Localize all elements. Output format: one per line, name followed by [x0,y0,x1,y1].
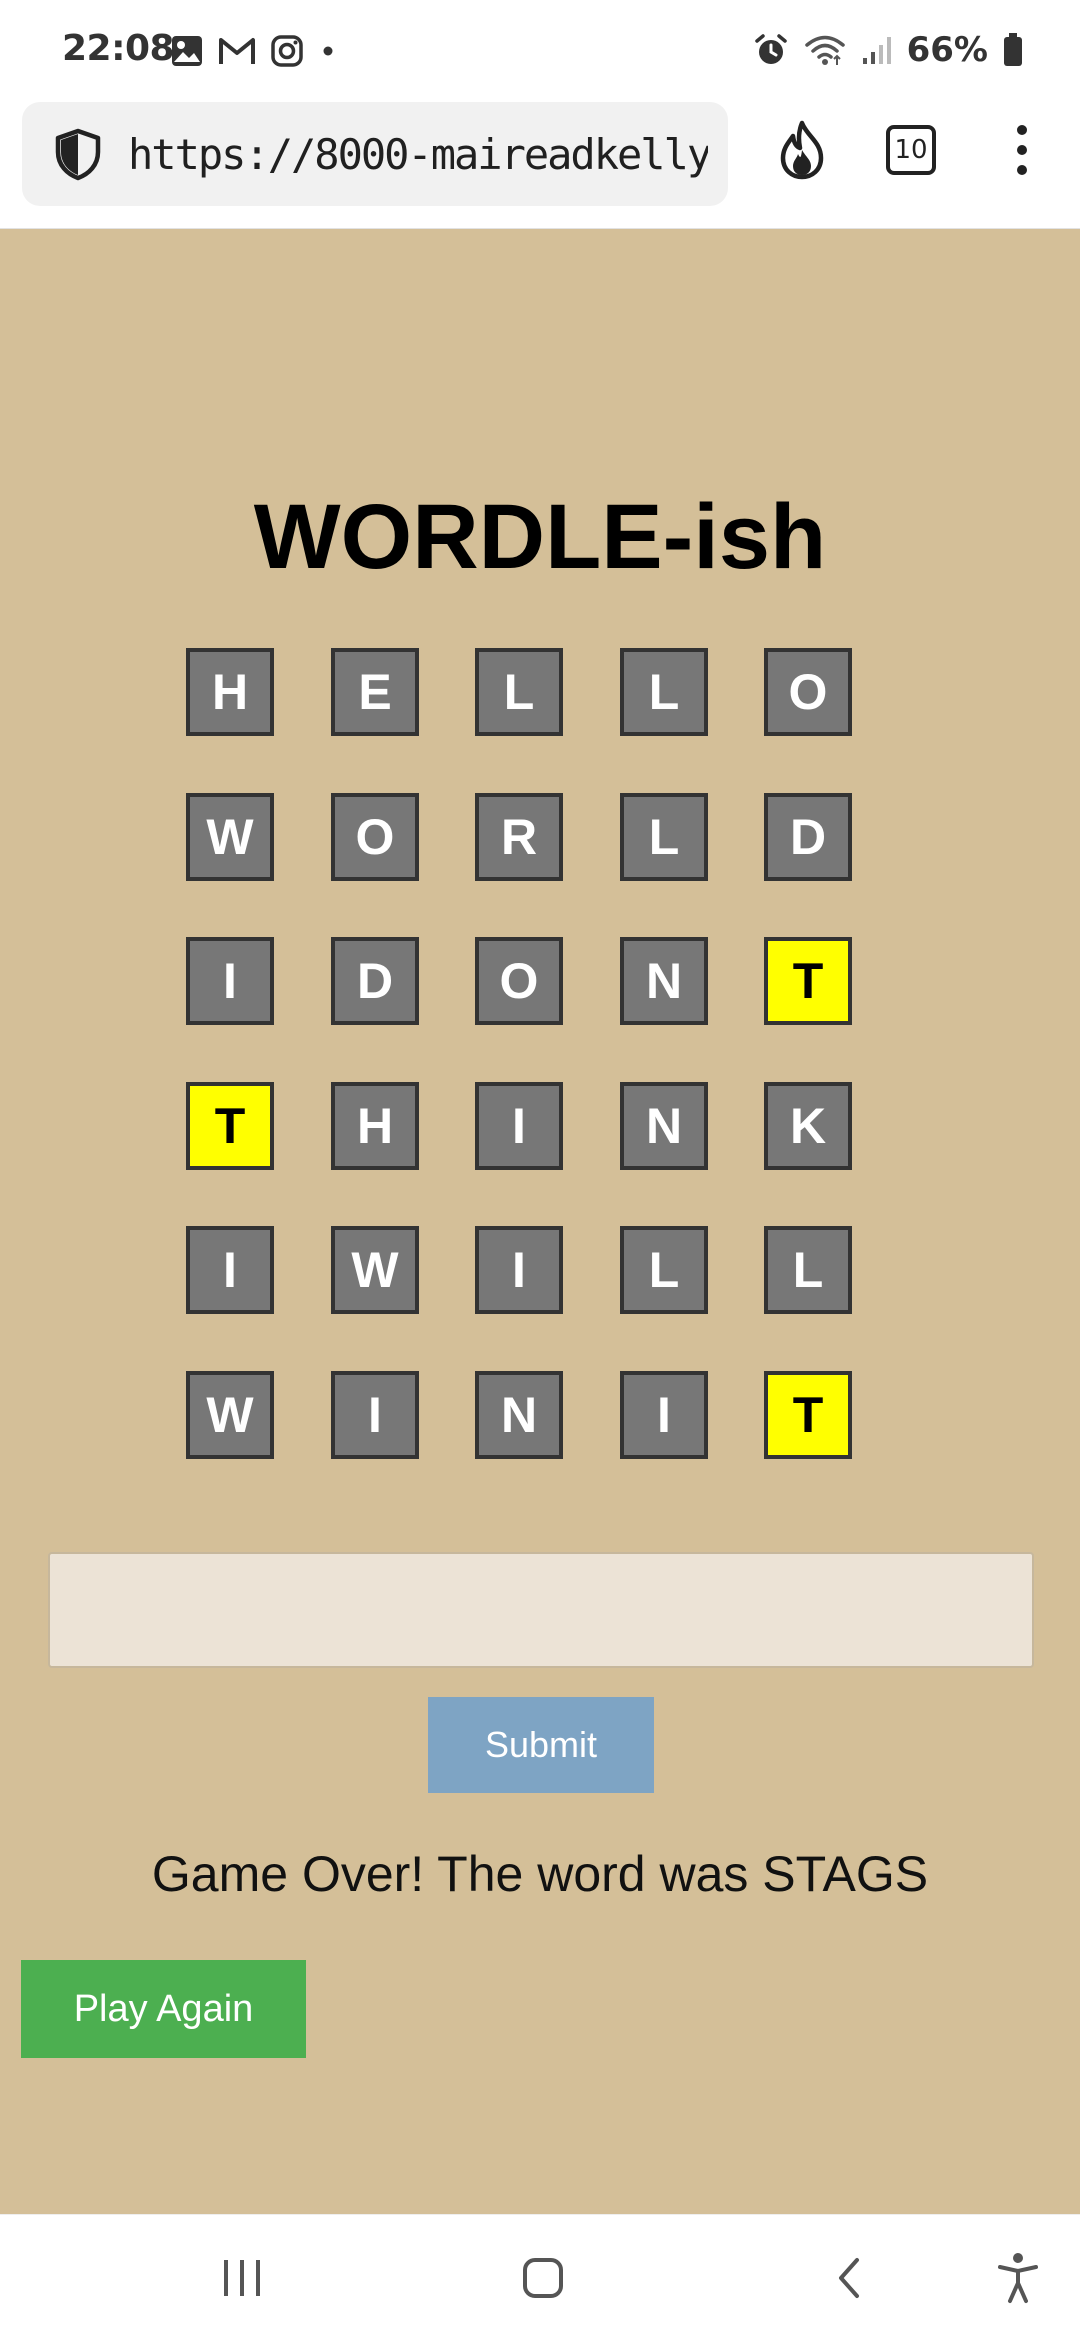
letter-tile: H [186,648,274,736]
letter-tile: R [475,793,563,881]
letter-tile: D [331,937,419,1025]
flame-icon[interactable] [770,118,834,182]
gallery-icon [172,36,202,66]
letter-tile: T [764,937,852,1025]
tabs-icon[interactable]: 10 [879,118,943,182]
recent-apps-icon[interactable] [209,2245,275,2311]
letter-tile: L [620,648,708,736]
letter-tile: N [620,937,708,1025]
letter-tile: I [186,937,274,1025]
browser-toolbar: https://8000-maireadkelly- 10 [0,100,1080,229]
letter-tile: I [475,1082,563,1170]
letter-tile: O [475,937,563,1025]
status-time: 22:08 [62,28,175,69]
status-bar: 22:08 66% [0,0,1080,100]
letter-tile: W [186,793,274,881]
letter-tile: W [331,1226,419,1314]
letter-tile: N [475,1371,563,1459]
play-again-button[interactable]: Play Again [21,1960,306,2058]
letter-tile: I [475,1226,563,1314]
home-icon[interactable] [510,2245,576,2311]
battery-percent: 66% [906,30,988,70]
letter-tile: O [764,648,852,736]
letter-tile: L [620,793,708,881]
letter-tile: T [186,1082,274,1170]
address-bar[interactable]: https://8000-maireadkelly- [22,102,728,206]
letter-tile: O [331,793,419,881]
letter-tile: L [475,648,563,736]
letter-tile: I [186,1226,274,1314]
letter-tile: T [764,1371,852,1459]
letter-tile: I [620,1371,708,1459]
letter-tile: H [331,1082,419,1170]
more-vert-icon[interactable] [990,118,1054,182]
wifi-icon [804,35,845,65]
instagram-icon [271,35,303,67]
letter-tile: N [620,1082,708,1170]
alarm-icon [754,34,787,64]
guess-input[interactable] [48,1552,1034,1668]
navigation-bar [0,2214,1080,2341]
submit-button[interactable]: Submit [428,1697,654,1793]
battery-icon [1004,33,1022,66]
shield-icon[interactable] [50,126,106,182]
letter-tile: K [764,1082,852,1170]
game-page: WORDLE-ish HELLOWORLDIDONTTHINKIWILLWINI… [0,229,1080,2214]
back-icon[interactable] [815,2245,881,2311]
letter-tile: E [331,648,419,736]
letter-tile: D [764,793,852,881]
system-status: 66% [753,30,1024,70]
game-over-message: Game Over! The word was STAGS [151,1846,929,1902]
tab-count: 10 [886,125,936,175]
accessibility-icon[interactable] [985,2245,1051,2311]
letter-tile: I [331,1371,419,1459]
gmail-icon [219,38,255,64]
letter-tile: W [186,1371,274,1459]
letter-tile: L [764,1226,852,1314]
letter-tile: L [620,1226,708,1314]
url-text[interactable]: https://8000-maireadkelly- [128,130,708,179]
page-title: WORDLE-ish [253,486,827,588]
notification-icons [170,34,338,68]
signal-icon [862,37,891,64]
dot-icon [323,46,333,56]
